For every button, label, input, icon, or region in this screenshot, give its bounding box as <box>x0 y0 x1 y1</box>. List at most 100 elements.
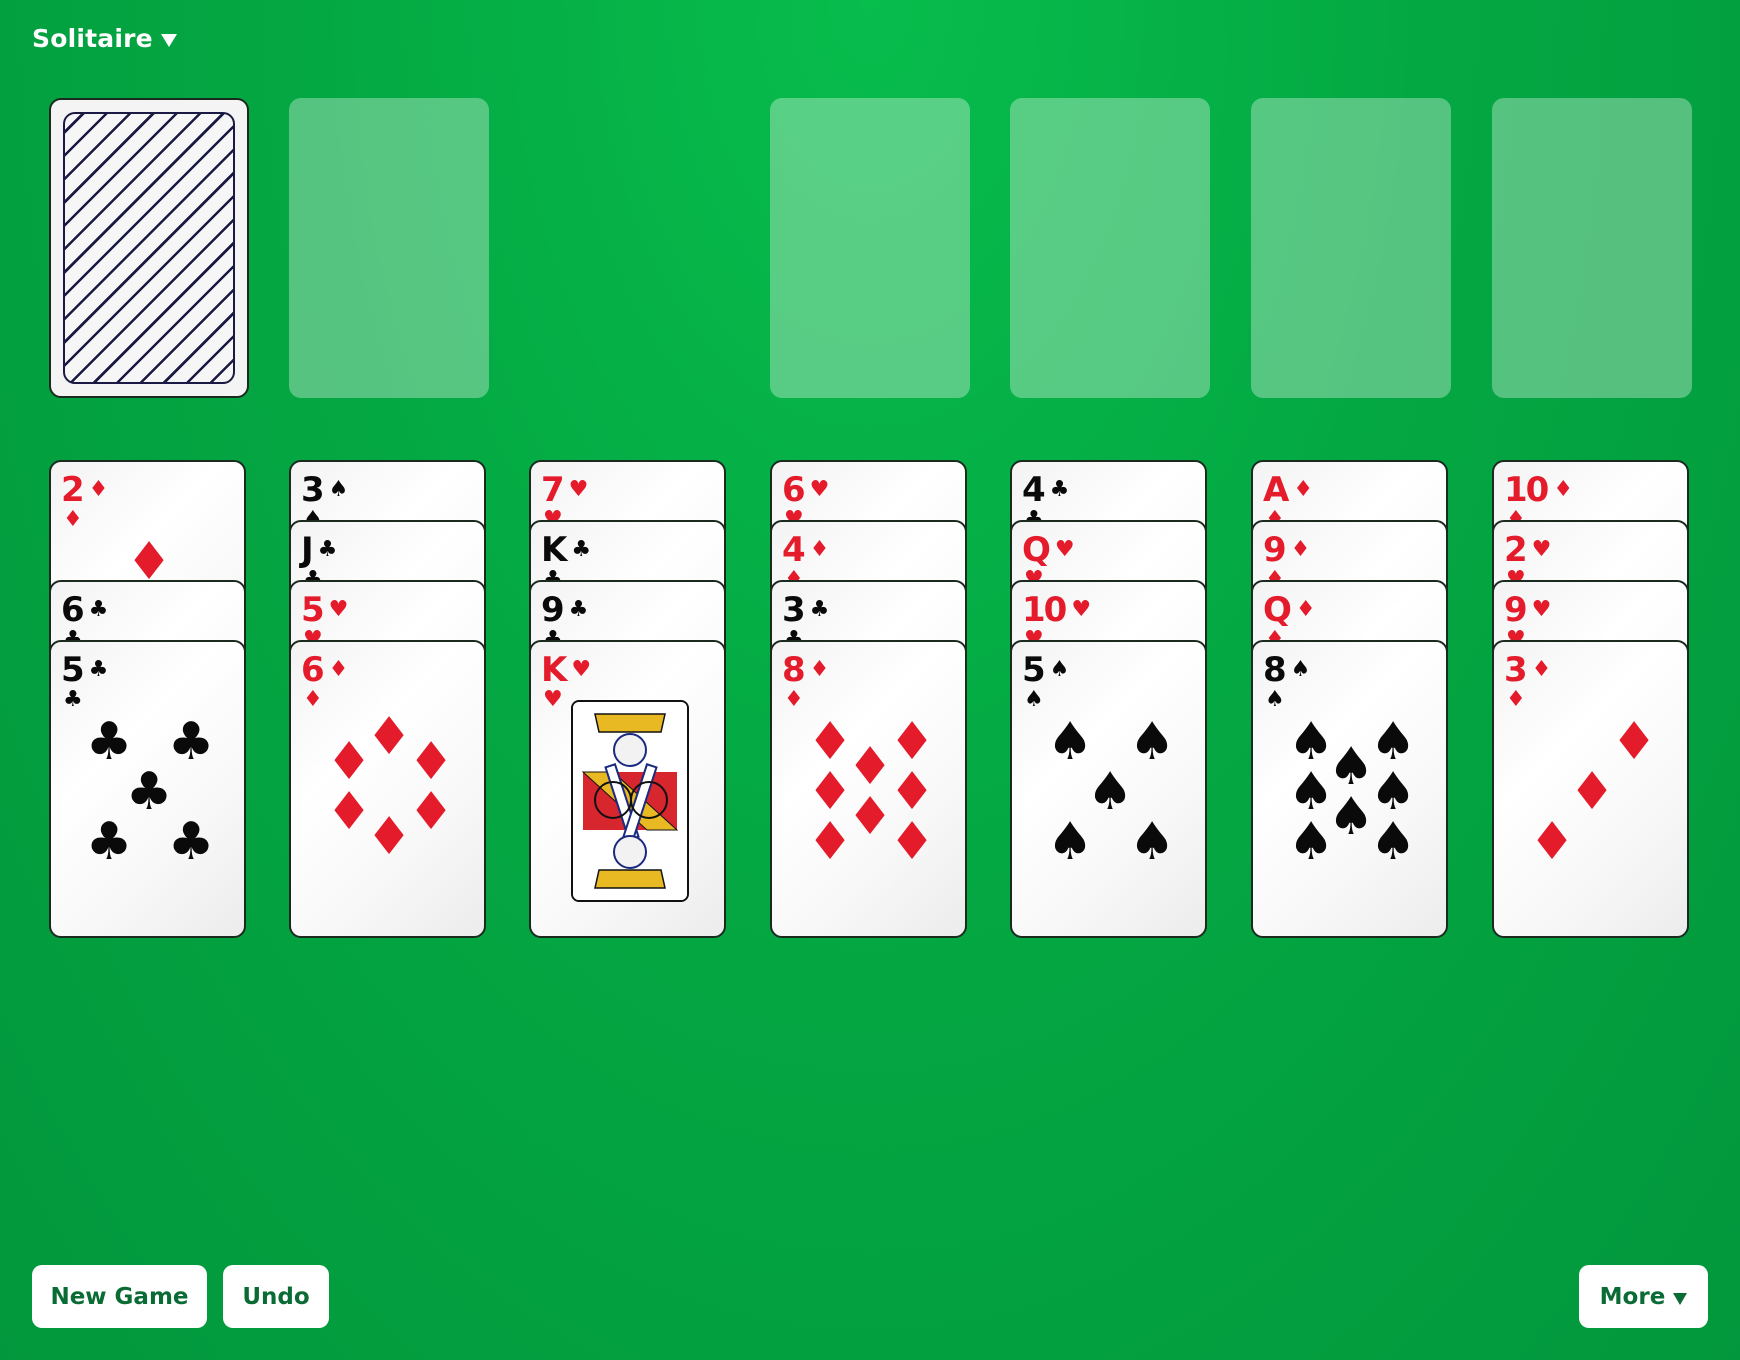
clubs-icon: ♣ <box>809 597 830 622</box>
card-corner-index: 7 ♥ <box>541 470 588 510</box>
card-rank: 9 <box>1504 590 1528 630</box>
clubs-pip-icon: ♣ <box>85 812 133 872</box>
card-rank: 5 <box>1022 650 1046 690</box>
card-corner-index: 4 ♦ <box>782 530 829 570</box>
more-menu-button[interactable]: More <box>1579 1265 1708 1328</box>
spades-icon: ♠ <box>1290 657 1311 682</box>
card-corner-index: 5 ♠ <box>1022 650 1069 690</box>
card-rank: K <box>541 530 567 570</box>
diamonds-pip-icon: ♦ <box>325 732 373 792</box>
card-rank: 3 <box>301 470 325 510</box>
card-rank: 5 <box>301 590 325 630</box>
card-rank: Q <box>1022 530 1051 570</box>
card-corner-index: 10 ♥ <box>1022 590 1091 630</box>
diamonds-pip-icon: ♦ <box>407 732 455 792</box>
card-corner-index: 6 ♦ <box>301 650 348 690</box>
card-corner-index: 9 ♦ <box>1263 530 1310 570</box>
card-rank: 2 <box>61 470 85 510</box>
card-rank: 4 <box>782 530 806 570</box>
diamonds-pip-icon: ♦ <box>1568 762 1616 822</box>
waste-pile-empty[interactable] <box>289 98 489 398</box>
card-corner-index: 6 ♣ <box>61 590 108 630</box>
hearts-icon: ♥ <box>1531 537 1552 562</box>
hearts-icon: ♥ <box>328 597 349 622</box>
card-rank: 3 <box>782 590 806 630</box>
new-game-label: New Game <box>50 1283 189 1310</box>
card-corner-index: K ♥ <box>541 650 591 690</box>
card-corner-index: 3 ♦ <box>1504 650 1551 690</box>
hearts-icon: ♥ <box>809 477 830 502</box>
caret-down-icon <box>1673 1292 1688 1305</box>
new-game-button[interactable]: New Game <box>32 1265 207 1328</box>
foundation-slot-1[interactable] <box>770 98 970 398</box>
tableau-card[interactable]: 8 ♦ ♦ ♦ ♦ ♦ ♦ ♦ ♦ ♦ ♦ <box>770 640 967 938</box>
card-corner-index: 9 ♣ <box>541 590 588 630</box>
card-rank: 2 <box>1504 530 1528 570</box>
hearts-icon: ♥ <box>1071 597 1092 622</box>
card-corner-index: 9 ♥ <box>1504 590 1551 630</box>
hearts-icon: ♥ <box>568 477 589 502</box>
spades-pip-icon: ♠ <box>1046 812 1094 872</box>
card-rank: 6 <box>782 470 806 510</box>
spades-pip-icon: ♠ <box>1369 812 1417 872</box>
card-rank: A <box>1263 470 1289 510</box>
clubs-pip-icon: ♣ <box>167 712 215 772</box>
card-corner-index: J ♣ <box>301 530 337 570</box>
title-label: Solitaire <box>32 24 153 53</box>
clubs-icon: ♣ <box>571 537 592 562</box>
clubs-pip-icon: ♣ <box>167 812 215 872</box>
card-rank: 7 <box>541 470 565 510</box>
diamonds-icon: ♦ <box>328 657 349 682</box>
foundation-slot-2[interactable] <box>1010 98 1210 398</box>
game-menu-title[interactable]: Solitaire <box>32 24 177 53</box>
hearts-icon: ♥ <box>1531 597 1552 622</box>
diamonds-pip-icon: ♦ <box>365 807 413 867</box>
card-rank: K <box>541 650 567 690</box>
diamonds-icon: ♦ <box>809 657 830 682</box>
card-rank: 10 <box>1022 590 1067 630</box>
diamonds-icon: ♦ <box>784 687 804 712</box>
card-rank: 6 <box>61 590 85 630</box>
tableau-card[interactable]: 6 ♦ ♦ ♦ ♦ ♦ ♦ ♦ ♦ <box>289 640 486 938</box>
diamonds-pip-icon: ♦ <box>806 812 854 872</box>
court-card-artwork <box>571 700 689 902</box>
undo-label: Undo <box>242 1283 310 1310</box>
foundation-slot-4[interactable] <box>1492 98 1692 398</box>
stock-pile[interactable] <box>49 98 249 398</box>
clubs-icon: ♣ <box>88 657 109 682</box>
tableau-card[interactable]: K ♥ ♥ <box>529 640 726 938</box>
card-corner-index: 2 ♥ <box>1504 530 1551 570</box>
spades-icon: ♠ <box>1024 687 1044 712</box>
clubs-icon: ♣ <box>317 537 338 562</box>
card-corner-index: 4 ♣ <box>1022 470 1069 510</box>
spades-icon: ♠ <box>1049 657 1070 682</box>
card-corner-index: 8 ♦ <box>782 650 829 690</box>
clubs-pip-icon: ♣ <box>125 762 173 822</box>
diamonds-icon: ♦ <box>1293 477 1314 502</box>
clubs-icon: ♣ <box>63 687 83 712</box>
spades-icon: ♠ <box>328 477 349 502</box>
diamonds-pip-icon: ♦ <box>1528 812 1576 872</box>
card-corner-index: 3 ♣ <box>782 590 829 630</box>
card-corner-index: 5 ♥ <box>301 590 348 630</box>
foundation-slot-3[interactable] <box>1251 98 1451 398</box>
card-rank: 8 <box>782 650 806 690</box>
clubs-icon: ♣ <box>1049 477 1070 502</box>
card-back-pattern <box>63 112 235 384</box>
diamonds-icon: ♦ <box>63 507 83 532</box>
tableau-card[interactable]: 8 ♠ ♠ ♠ ♠ ♠ ♠ ♠ ♠ ♠ ♠ <box>1251 640 1448 938</box>
diamonds-icon: ♦ <box>1295 597 1316 622</box>
clubs-pip-icon: ♣ <box>85 712 133 772</box>
card-corner-index: 5 ♣ <box>61 650 108 690</box>
tableau-card[interactable]: 5 ♠ ♠ ♠ ♠ ♠ ♠ ♠ <box>1010 640 1207 938</box>
spades-pip-icon: ♠ <box>1046 712 1094 772</box>
diamonds-icon: ♦ <box>1553 477 1574 502</box>
spades-pip-icon: ♠ <box>1287 812 1335 872</box>
undo-button[interactable]: Undo <box>223 1265 329 1328</box>
tableau-card[interactable]: 5 ♣ ♣ ♣ ♣ ♣ ♣ ♣ <box>49 640 246 938</box>
tableau-card[interactable]: 3 ♦ ♦ ♦ ♦ ♦ <box>1492 640 1689 938</box>
diamonds-icon: ♦ <box>303 687 323 712</box>
card-rank: 3 <box>1504 650 1528 690</box>
diamonds-icon: ♦ <box>1290 537 1311 562</box>
card-corner-index: K ♣ <box>541 530 591 570</box>
